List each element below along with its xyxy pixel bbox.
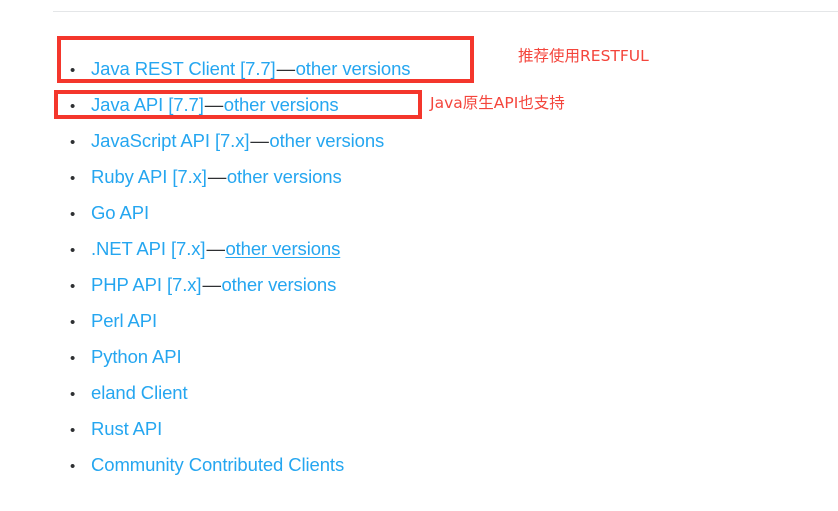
list-item: Go API [70, 202, 149, 224]
top-divider [53, 11, 838, 12]
em-dash-separator: — [202, 274, 221, 295]
list-item: Community Contributed Clients [70, 454, 344, 476]
annotation-text-java-api: Java原生API也支持 [430, 94, 565, 112]
list-item: Perl API [70, 310, 157, 332]
em-dash-separator: — [250, 130, 269, 151]
bullet-icon [70, 312, 91, 334]
client-link[interactable]: .NET API [7.x] [91, 238, 206, 259]
bullet-icon [70, 348, 91, 370]
bullet-icon [70, 204, 91, 226]
client-link[interactable]: Rust API [91, 418, 162, 439]
list-item: Java REST Client [7.7]—other versions [70, 58, 411, 82]
bullet-icon [70, 168, 91, 190]
bullet-icon [70, 384, 91, 406]
bullet-icon [70, 240, 91, 262]
client-link[interactable]: Go API [91, 202, 149, 223]
other-versions-link[interactable]: other versions [269, 130, 384, 151]
other-versions-link[interactable]: other versions [296, 58, 411, 79]
bullet-icon [70, 420, 91, 442]
bullet-icon [70, 60, 91, 82]
client-link[interactable]: Java API [7.7] [91, 94, 204, 115]
other-versions-link[interactable]: other versions [225, 238, 340, 259]
list-item: Python API [70, 346, 182, 368]
em-dash-separator: — [206, 238, 225, 259]
client-link[interactable]: PHP API [7.x] [91, 274, 202, 295]
list-item: eland Client [70, 382, 188, 404]
other-versions-link[interactable]: other versions [227, 166, 342, 187]
other-versions-link[interactable]: other versions [221, 274, 336, 295]
client-link[interactable]: Perl API [91, 310, 157, 331]
list-item: JavaScript API [7.x]—other versions [70, 130, 384, 152]
list-item: Java API [7.7]—other versions [70, 94, 339, 116]
other-versions-link[interactable]: other versions [224, 94, 339, 115]
bullet-icon [70, 276, 91, 298]
em-dash-separator: — [207, 166, 227, 187]
list-item: Rust API [70, 418, 162, 440]
bullet-icon [70, 456, 91, 478]
em-dash-separator: — [276, 58, 296, 79]
client-link[interactable]: Community Contributed Clients [91, 454, 344, 475]
list-item: .NET API [7.x]—other versions [70, 238, 340, 260]
bullet-icon [70, 132, 91, 154]
annotation-text-restful: 推荐使用RESTFUL [518, 47, 649, 65]
client-link[interactable]: Java REST Client [7.7] [91, 58, 276, 79]
client-link[interactable]: JavaScript API [7.x] [91, 130, 250, 151]
bullet-icon [70, 96, 91, 118]
client-link[interactable]: Python API [91, 346, 182, 367]
list-item: PHP API [7.x]—other versions [70, 274, 336, 296]
client-link[interactable]: Ruby API [7.x] [91, 166, 207, 187]
list-item: Ruby API [7.x]—other versions [70, 166, 342, 188]
client-link[interactable]: eland Client [91, 382, 188, 403]
em-dash-separator: — [204, 94, 224, 115]
